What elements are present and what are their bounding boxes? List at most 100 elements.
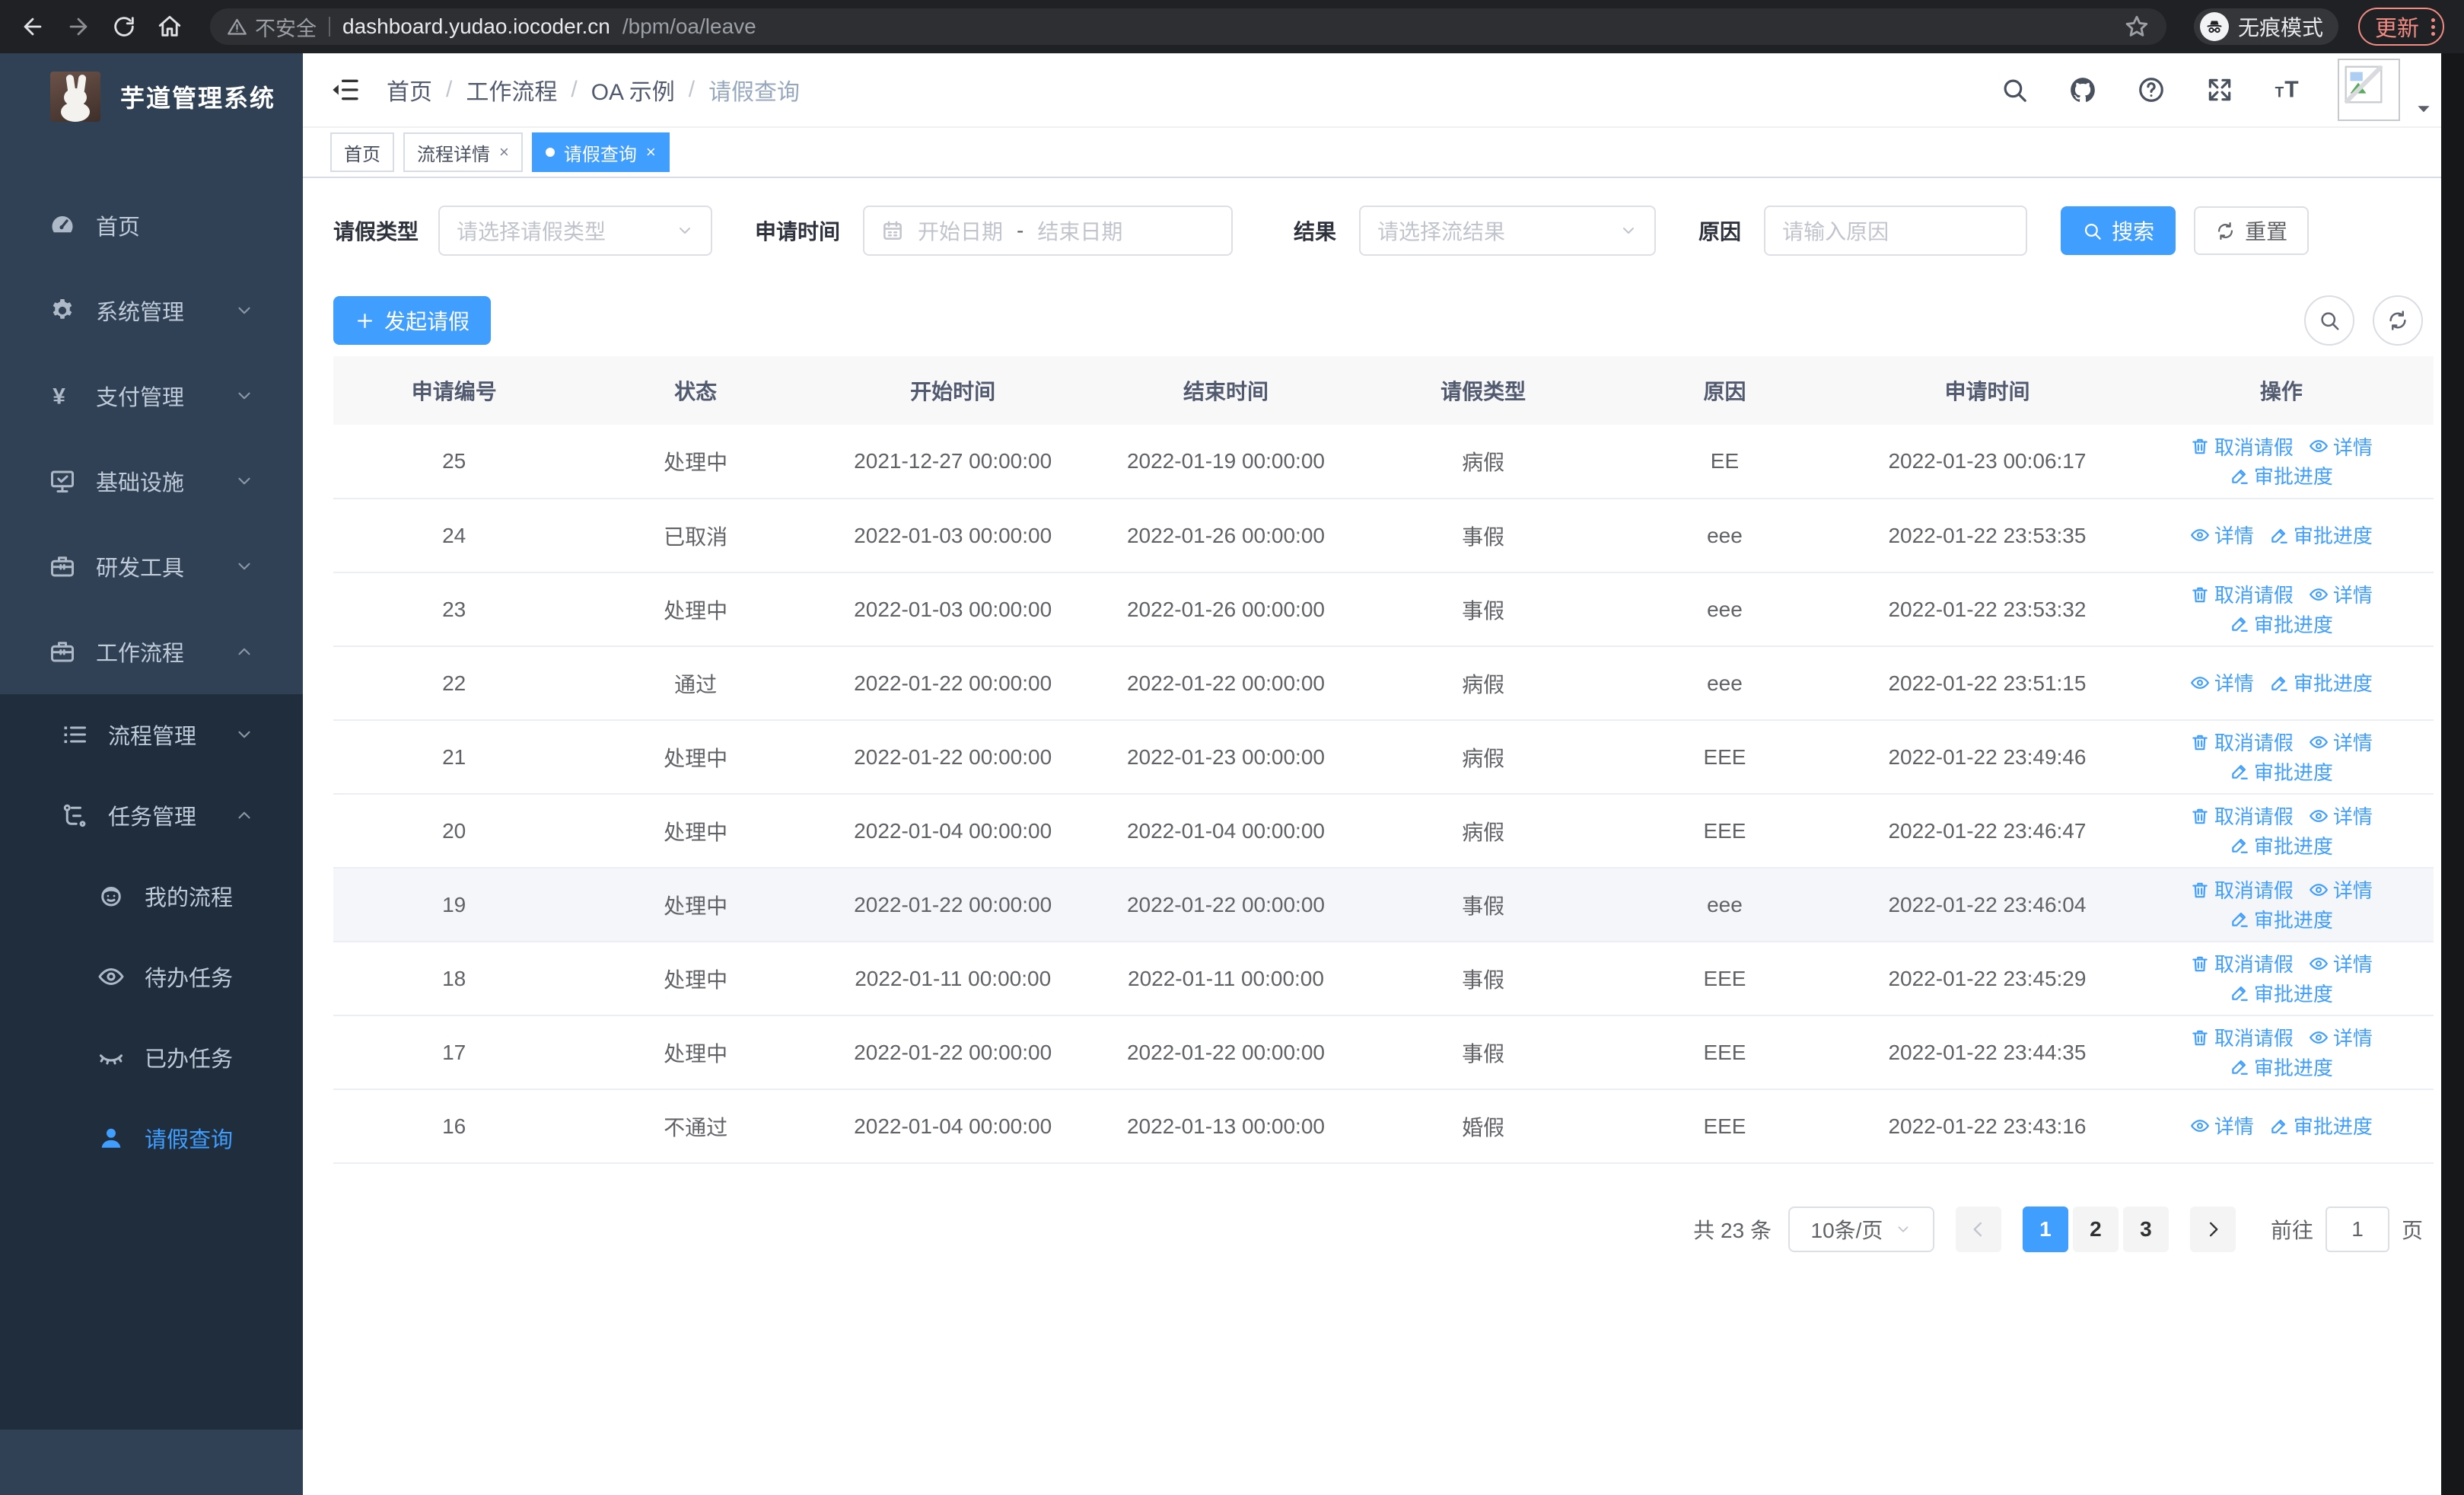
audit-progress-link[interactable]: 审批进度 bbox=[2269, 668, 2373, 696]
bookmark-star-icon[interactable] bbox=[2124, 14, 2150, 40]
detail-link[interactable]: 详情 bbox=[2309, 875, 2373, 904]
detail-link[interactable]: 详情 bbox=[2309, 728, 2373, 756]
user-avatar[interactable] bbox=[2338, 59, 2400, 121]
browser-home-icon[interactable] bbox=[157, 14, 183, 40]
sidebar-item-已办任务[interactable]: 已办任务 bbox=[0, 1017, 303, 1098]
page-button-3[interactable]: 3 bbox=[2122, 1207, 2169, 1252]
sidebar-item-研发工具[interactable]: 研发工具 bbox=[0, 524, 303, 609]
audit-progress-link[interactable]: 审批进度 bbox=[2230, 979, 2333, 1007]
sidebar-item-待办任务[interactable]: 待办任务 bbox=[0, 936, 303, 1017]
toggle-search-button[interactable] bbox=[2304, 295, 2354, 346]
table-row: 21 处理中 2022-01-22 00:00:00 2022-01-23 00:00… bbox=[333, 720, 2434, 795]
sidebar-item-支付管理[interactable]: ¥ 支付管理 bbox=[0, 353, 303, 438]
breadcrumb-item[interactable]: 首页 bbox=[387, 73, 432, 107]
browser-reload-icon[interactable] bbox=[111, 14, 137, 40]
header-search-icon[interactable] bbox=[2000, 75, 2029, 104]
browser-update-button[interactable]: 更新 bbox=[2357, 8, 2444, 46]
refresh-table-button[interactable] bbox=[2373, 295, 2423, 346]
detail-link[interactable]: 详情 bbox=[2309, 802, 2373, 830]
audit-progress-link[interactable]: 审批进度 bbox=[2230, 905, 2333, 933]
cancel-leave-link[interactable]: 取消请假 bbox=[2190, 728, 2294, 756]
tab-流程详情[interactable]: 流程详情 × bbox=[403, 132, 523, 172]
table-cell: EEE bbox=[1603, 720, 1846, 795]
sidebar-item-label: 基础设施 bbox=[96, 471, 185, 496]
breadcrumb-item[interactable]: 工作流程 bbox=[466, 73, 557, 107]
column-header: 状态 bbox=[575, 356, 817, 425]
table-cell: 2022-01-11 00:00:00 bbox=[816, 942, 1090, 1016]
create-leave-button[interactable]: 发起请假 bbox=[333, 296, 492, 345]
help-icon[interactable] bbox=[2137, 75, 2166, 104]
url-path: /bpm/oa/leave bbox=[622, 14, 756, 38]
cancel-leave-link[interactable]: 取消请假 bbox=[2190, 802, 2294, 830]
goto-page-input[interactable] bbox=[2325, 1207, 2389, 1252]
reset-button[interactable]: 重置 bbox=[2194, 206, 2310, 255]
cancel-leave-link[interactable]: 取消请假 bbox=[2190, 875, 2294, 904]
sidebar-item-工作流程[interactable]: 工作流程 bbox=[0, 609, 303, 694]
detail-link[interactable]: 详情 bbox=[2190, 521, 2254, 549]
cancel-leave-link[interactable]: 取消请假 bbox=[2190, 432, 2294, 461]
audit-progress-link[interactable]: 审批进度 bbox=[2230, 757, 2333, 786]
table-cell: 2022-01-22 23:46:47 bbox=[1845, 794, 2129, 869]
detail-link[interactable]: 详情 bbox=[2190, 1111, 2254, 1140]
table-cell: 2022-01-13 00:00:00 bbox=[1089, 1089, 1363, 1164]
cancel-leave-link[interactable]: 取消请假 bbox=[2190, 949, 2294, 977]
prev-page-button[interactable] bbox=[1955, 1207, 2001, 1252]
security-warning[interactable]: 不安全 bbox=[227, 12, 317, 42]
close-icon[interactable]: × bbox=[499, 142, 509, 162]
sidebar-item-任务管理[interactable]: 任务管理 bbox=[0, 775, 303, 856]
svg-text:T: T bbox=[2275, 85, 2284, 101]
search-button[interactable]: 搜索 bbox=[2061, 206, 2176, 255]
breadcrumb-item: 请假查询 bbox=[708, 80, 801, 105]
table-cell: 16 bbox=[333, 1089, 575, 1164]
sidebar-item-请假查询[interactable]: 请假查询 bbox=[0, 1098, 303, 1178]
leave-type-placeholder: 请选择请假类型 bbox=[457, 220, 606, 244]
audit-progress-link[interactable]: 审批进度 bbox=[2230, 461, 2333, 489]
detail-link[interactable]: 详情 bbox=[2309, 432, 2373, 461]
github-icon[interactable] bbox=[2068, 75, 2097, 104]
svg-text:T: T bbox=[2284, 78, 2299, 103]
tab-首页[interactable]: 首页 bbox=[330, 132, 394, 172]
sidebar-item-基础设施[interactable]: 基础设施 bbox=[0, 438, 303, 524]
audit-progress-link[interactable]: 审批进度 bbox=[2269, 1111, 2373, 1140]
leave-type-select[interactable]: 请选择请假类型 bbox=[438, 206, 713, 256]
eye-icon bbox=[2190, 525, 2210, 545]
detail-link[interactable]: 详情 bbox=[2190, 668, 2254, 696]
page-button-2[interactable]: 2 bbox=[2072, 1207, 2119, 1252]
next-page-button[interactable] bbox=[2189, 1207, 2236, 1252]
sidebar-item-首页[interactable]: 首页 bbox=[0, 183, 303, 268]
sidebar-item-流程管理[interactable]: 流程管理 bbox=[0, 694, 303, 775]
browser-forward-icon[interactable] bbox=[65, 14, 91, 40]
browser-chrome: 不安全 dashboard.yudao.iocoder.cn/bpm/oa/le… bbox=[0, 0, 2464, 53]
tab-请假查询[interactable]: 请假查询 × bbox=[531, 132, 670, 172]
avatar-dropdown-icon[interactable] bbox=[2414, 99, 2434, 119]
sidebar-collapse-icon[interactable] bbox=[330, 75, 361, 105]
fullscreen-icon[interactable] bbox=[2205, 75, 2234, 104]
sidebar-item-系统管理[interactable]: 系统管理 bbox=[0, 268, 303, 353]
audit-progress-link[interactable]: 审批进度 bbox=[2230, 610, 2333, 638]
browser-back-icon[interactable] bbox=[20, 14, 46, 40]
detail-link[interactable]: 详情 bbox=[2309, 580, 2373, 608]
audit-progress-link[interactable]: 审批进度 bbox=[2230, 831, 2333, 859]
close-icon[interactable]: × bbox=[646, 142, 656, 162]
date-range-input[interactable]: 开始日期 - 结束日期 bbox=[863, 206, 1234, 256]
sidebar-item-label: 研发工具 bbox=[96, 556, 185, 581]
app-logo[interactable]: 芋道管理系统 bbox=[0, 53, 303, 140]
audit-progress-link[interactable]: 审批进度 bbox=[2269, 521, 2373, 549]
breadcrumb-item[interactable]: OA 示例 bbox=[591, 73, 675, 107]
cancel-leave-link[interactable]: 取消请假 bbox=[2190, 1023, 2294, 1051]
browser-menu-icon[interactable] bbox=[2431, 15, 2435, 39]
font-size-icon[interactable]: TT bbox=[2274, 75, 2303, 104]
page-size-select[interactable]: 10条/页 bbox=[1788, 1207, 1934, 1252]
table-cell: 2022-01-22 00:00:00 bbox=[816, 1015, 1090, 1090]
cancel-leave-link[interactable]: 取消请假 bbox=[2190, 580, 2294, 608]
address-bar[interactable]: 不安全 dashboard.yudao.iocoder.cn/bpm/oa/le… bbox=[210, 8, 2166, 45]
result-select[interactable]: 请选择流结果 bbox=[1359, 206, 1657, 256]
sidebar-item-我的流程[interactable]: 我的流程 bbox=[0, 856, 303, 936]
page-button-1[interactable]: 1 bbox=[2022, 1207, 2068, 1252]
audit-progress-link[interactable]: 审批进度 bbox=[2230, 1053, 2333, 1081]
reason-input[interactable]: 请输入原因 bbox=[1764, 206, 2028, 256]
svg-text:¥: ¥ bbox=[53, 384, 65, 410]
detail-link[interactable]: 详情 bbox=[2309, 949, 2373, 977]
detail-link[interactable]: 详情 bbox=[2309, 1023, 2373, 1051]
column-header: 请假类型 bbox=[1362, 356, 1604, 425]
